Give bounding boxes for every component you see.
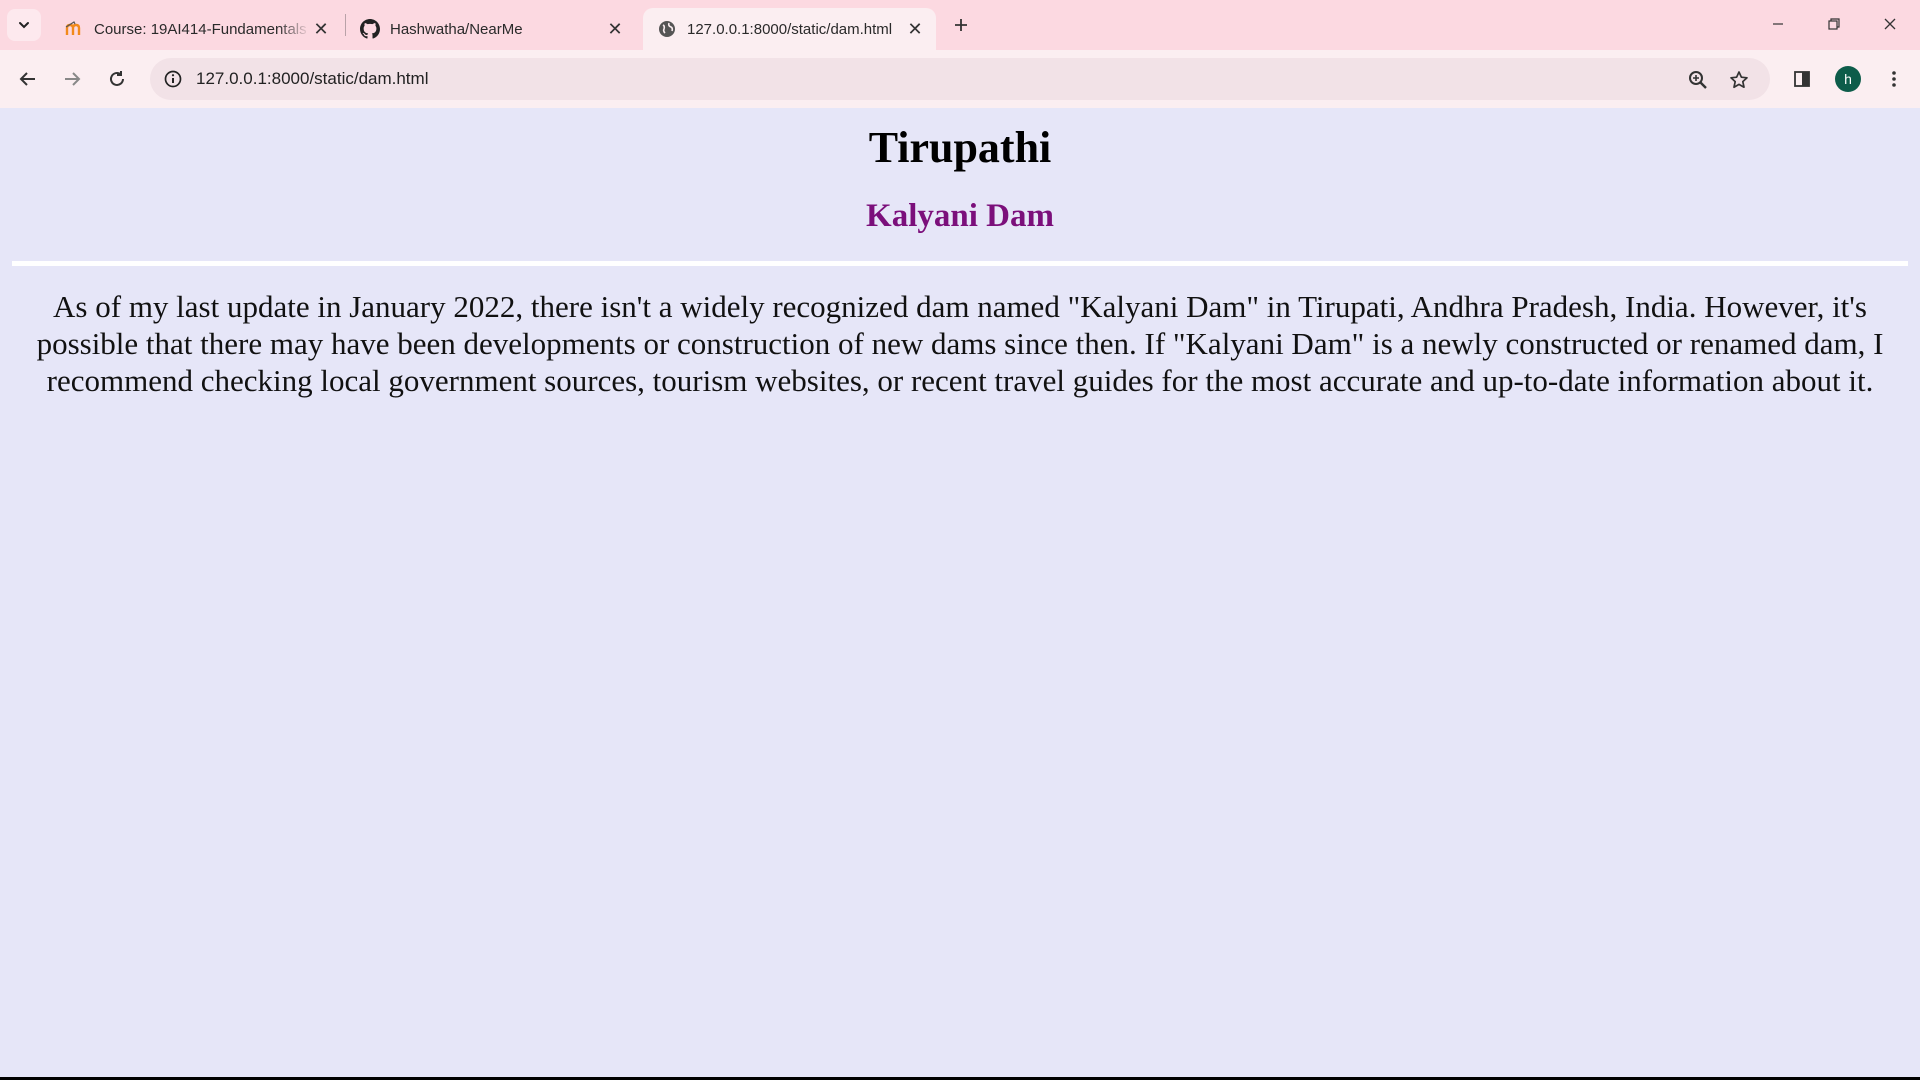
close-icon[interactable]: ✕ xyxy=(604,18,626,40)
restore-icon xyxy=(1828,18,1840,30)
plus-icon xyxy=(955,19,967,31)
more-vert-icon xyxy=(1892,71,1896,87)
info-icon xyxy=(164,70,182,88)
zoom-button[interactable] xyxy=(1684,66,1712,94)
divider xyxy=(12,261,1908,266)
close-window-button[interactable] xyxy=(1862,0,1918,48)
restore-button[interactable] xyxy=(1806,0,1862,48)
reload-button[interactable] xyxy=(99,61,135,97)
reload-icon xyxy=(110,71,124,86)
moodle-icon xyxy=(64,19,84,39)
side-panel-icon xyxy=(1794,71,1810,87)
url-text[interactable]: 127.0.0.1:8000/static/dam.html xyxy=(196,69,428,89)
github-icon xyxy=(360,19,380,39)
back-button[interactable] xyxy=(10,61,46,97)
bookmark-button[interactable] xyxy=(1725,66,1753,94)
tab-title: 127.0.0.1:8000/static/dam.html xyxy=(687,20,893,38)
profile-avatar[interactable]: h xyxy=(1835,66,1861,92)
arrow-left-icon xyxy=(19,72,35,86)
page-title: Tirupathi xyxy=(868,123,1052,172)
site-info-button[interactable] xyxy=(160,66,186,92)
close-icon[interactable]: ✕ xyxy=(310,18,332,40)
side-panel-button[interactable] xyxy=(1784,61,1820,97)
page-subtitle: Kalyani Dam xyxy=(866,198,1054,234)
menu-button[interactable] xyxy=(1876,61,1912,97)
address-bar[interactable]: 127.0.0.1:8000/static/dam.html xyxy=(150,58,1770,100)
zoom-icon xyxy=(1689,71,1707,89)
minimize-button[interactable] xyxy=(1750,0,1806,48)
chevron-down-icon xyxy=(19,22,29,29)
tab-search-button[interactable] xyxy=(7,9,41,41)
close-icon xyxy=(1884,18,1896,30)
tab-title: Hashwatha/NearMe xyxy=(390,20,523,38)
forward-button[interactable] xyxy=(54,61,90,97)
arrow-right-icon xyxy=(65,72,81,86)
new-tab-button[interactable] xyxy=(947,11,975,39)
tab-strip: Course: 19AI414-Fundamentals ✕ Hashwatha… xyxy=(0,0,1920,50)
globe-icon xyxy=(657,19,677,39)
star-icon xyxy=(1730,71,1748,89)
description-paragraph: As of my last update in January 2022, th… xyxy=(36,289,1884,398)
tab-title: Course: 19AI414-Fundamentals xyxy=(94,20,307,38)
page-content: Tirupathi Kalyani Dam As of my last upda… xyxy=(0,108,1920,1078)
tab-dam[interactable]: 127.0.0.1:8000/static/dam.html ✕ xyxy=(643,8,936,50)
tab-github[interactable]: Hashwatha/NearMe ✕ xyxy=(346,8,636,50)
minimize-icon xyxy=(1773,23,1783,25)
close-icon[interactable]: ✕ xyxy=(904,18,926,40)
tab-course[interactable]: Course: 19AI414-Fundamentals ✕ xyxy=(50,8,342,50)
browser-toolbar: 127.0.0.1:8000/static/dam.html h xyxy=(0,50,1920,108)
